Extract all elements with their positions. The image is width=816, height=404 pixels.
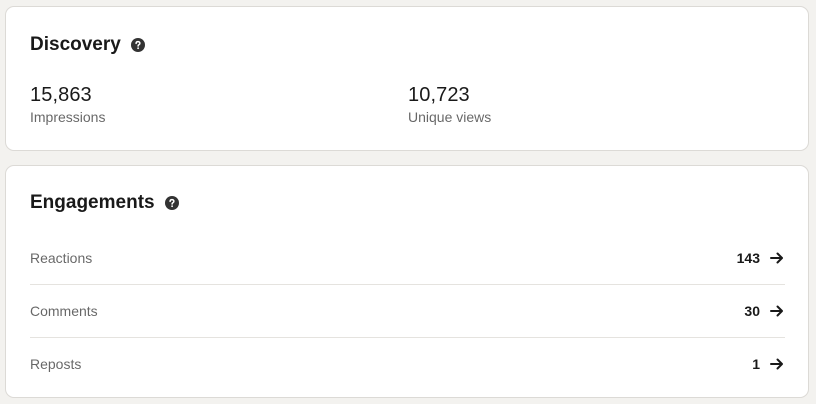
impressions-label: Impressions [30, 109, 106, 125]
comments-label: Comments [30, 303, 98, 319]
reposts-row[interactable]: Reposts 1 [30, 338, 785, 390]
question-circle-icon[interactable] [164, 196, 179, 210]
discovery-card: Discovery 15,863 Impressions 10,723 Uniq… [5, 6, 809, 151]
engagements-title: Engagements [30, 192, 155, 213]
impressions-value: 15,863 [30, 84, 92, 106]
question-circle-icon[interactable] [130, 38, 145, 52]
reactions-row[interactable]: Reactions 143 [30, 232, 785, 285]
comments-count: 30 [744, 303, 760, 319]
impressions-metric: 15,863 Impressions [30, 83, 105, 126]
reactions-value-group: 143 [737, 250, 785, 266]
engagements-card: Engagements Reactions 143 Comments 30 Re… [5, 165, 809, 398]
reactions-count: 143 [736, 250, 760, 266]
arrow-right-icon[interactable] [769, 356, 785, 372]
comments-value-group: 30 [744, 303, 785, 319]
comments-row[interactable]: Comments 30 [30, 285, 785, 338]
arrow-right-icon[interactable] [769, 303, 785, 319]
reposts-value-group: 1 [752, 356, 785, 372]
reactions-label: Reactions [30, 250, 93, 266]
unique-views-label: Unique views [408, 109, 492, 125]
discovery-title: Discovery [30, 34, 121, 55]
unique-views-metric: 10,723 Unique views [408, 83, 491, 126]
arrow-right-icon[interactable] [769, 250, 785, 266]
engagements-list: Reactions 143 Comments 30 Reposts 1 [30, 232, 785, 390]
discovery-title-row: Discovery [30, 34, 145, 56]
reposts-label: Reposts [30, 356, 82, 372]
unique-views-value: 10,723 [408, 84, 470, 106]
engagements-title-row: Engagements [30, 192, 179, 214]
reposts-count: 1 [752, 356, 760, 372]
